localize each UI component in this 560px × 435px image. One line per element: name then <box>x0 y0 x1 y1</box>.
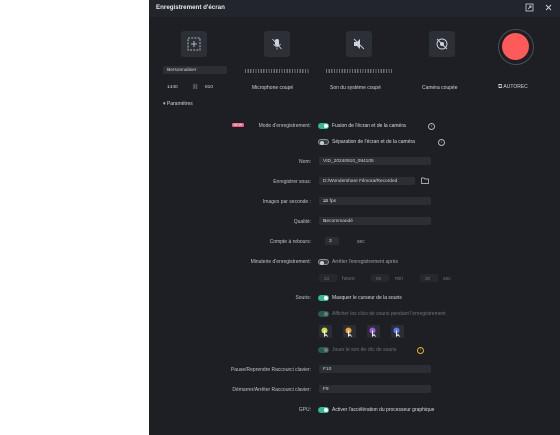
click-sound-toggle[interactable] <box>318 347 329 353</box>
microphone-level-meter <box>245 69 309 73</box>
speaker-muted-icon <box>353 38 365 50</box>
startstop-hotkey-input[interactable]: F9 <box>319 385 431 393</box>
record-button[interactable] <box>498 29 534 65</box>
name-value: VID_20240910_084105 <box>323 158 374 164</box>
pause-hotkey-label: Pause/Reprendre Raccourci clavier: <box>230 367 311 373</box>
screen-recorder-window: Enregistrement d'écran Personnaliser ⌄ 1… <box>149 0 560 435</box>
click-sound-label: Jouer le son de clic de souris <box>332 347 397 353</box>
fps-select[interactable]: 25 fps ⌄ <box>319 197 431 205</box>
cursor-style-yellow-green[interactable] <box>319 325 332 338</box>
countdown-input[interactable]: 3 <box>325 237 339 245</box>
chevron-down-icon: ⌄ <box>323 218 328 224</box>
name-label: Nom: <box>299 159 311 165</box>
info-icon[interactable]: i <box>428 123 435 130</box>
quality-label: Qualité: <box>293 219 311 225</box>
startstop-hotkey-value: F9 <box>323 386 329 392</box>
info-icon[interactable]: i <box>438 139 445 146</box>
cursor-style-blue[interactable] <box>391 325 404 338</box>
mouse-label: Souris: <box>295 295 311 301</box>
timer-label: Minuterie d'enregistrement: <box>250 259 311 265</box>
camera-button[interactable] <box>429 31 455 57</box>
camera-off-icon <box>436 38 448 50</box>
height-value: 810 <box>205 84 214 90</box>
cursor-style-purple[interactable] <box>367 325 380 338</box>
hide-cursor-toggle[interactable] <box>318 295 329 301</box>
cursor-icon <box>345 327 352 338</box>
show-clicks-label: Afficher les clics de souris pendant l'e… <box>332 311 446 317</box>
chevron-down-icon: ▾ <box>163 101 166 107</box>
mode-separate-radio[interactable] <box>318 139 329 145</box>
pause-hotkey-input[interactable]: F10 <box>319 365 431 373</box>
timer-seconds-input[interactable]: 30 <box>420 274 438 282</box>
cursor-icon <box>369 327 376 338</box>
startstop-hotkey-label: Démarrer/Arrêter Raccourci clavier: <box>232 387 311 393</box>
title-bar: Enregistrement d'écran <box>149 0 560 17</box>
camera-label: Caméra coupée <box>422 85 458 91</box>
timer-seconds-value: 30 <box>425 275 431 281</box>
name-input[interactable]: VID_20240910_084105 <box>319 157 431 165</box>
close-icon[interactable] <box>544 3 553 12</box>
hide-cursor-label: Masquer le curseur de la souris <box>332 295 402 301</box>
mode-separate-label: Séparation de l'écran et de la caméra <box>332 139 415 145</box>
fps-label: Images par seconde : <box>262 199 311 205</box>
cursor-style-orange[interactable] <box>343 325 356 338</box>
timer-minutes-input[interactable]: 59 <box>371 274 389 282</box>
cursor-icon <box>393 327 400 338</box>
timer-hours-value: 23 <box>324 275 330 281</box>
gpu-toggle[interactable] <box>318 407 329 413</box>
show-clicks-toggle[interactable] <box>318 311 329 317</box>
expand-icon[interactable] <box>525 3 534 12</box>
timer-option-label: Arrêter l'enregistrement après <box>332 259 398 265</box>
warning-icon[interactable]: ! <box>417 347 424 354</box>
timer-hours-unit: heure <box>342 276 355 282</box>
settings-toggle[interactable]: ▾ Paramètres <box>163 101 193 107</box>
timer-hours-input[interactable]: 23 <box>319 274 337 282</box>
timer-minutes-unit: min <box>395 276 404 282</box>
countdown-unit: sec <box>357 239 365 245</box>
gpu-option-label: Activer l'accélération du processeur gra… <box>332 407 435 413</box>
autorec-label: AUTOREC <box>503 84 528 90</box>
width-value: 1440 <box>167 84 178 90</box>
autorec-icon: ⧉ <box>498 84 503 90</box>
pause-hotkey-value: F10 <box>323 366 332 372</box>
cursor-icon <box>321 327 328 338</box>
timer-seconds-unit: sec <box>443 276 451 282</box>
countdown-label: Compte à rebours: <box>269 239 311 245</box>
new-badge: NEW <box>232 123 244 127</box>
timer-checkbox[interactable] <box>318 259 329 265</box>
save-location-value: D:/Wondershare Filmora/Recorded <box>323 178 398 184</box>
system-sound-button[interactable] <box>346 31 372 57</box>
quality-select[interactable]: Recommandé ⌄ <box>319 217 431 225</box>
autorec-button[interactable]: ⧉ AUTOREC <box>498 84 528 91</box>
window-title: Enregistrement d'écran <box>156 4 225 11</box>
system-sound-level-meter <box>326 69 392 73</box>
width-input[interactable]: 1440 <box>163 83 189 91</box>
microphone-button[interactable] <box>264 31 290 57</box>
countdown-value: 3 <box>329 238 332 244</box>
crop-region-icon <box>187 37 201 51</box>
height-input[interactable]: 810 <box>201 83 227 91</box>
capture-mode-select[interactable]: Personnaliser ⌄ <box>163 66 227 74</box>
settings-header: Paramètres <box>166 101 193 107</box>
mode-merge-label: Fusion de l'écran et de la caméra <box>332 123 406 129</box>
gpu-label: GPU: <box>298 407 311 413</box>
microphone-label: Microphone coupé <box>252 85 294 91</box>
region-select-button[interactable] <box>181 31 207 57</box>
folder-icon[interactable] <box>421 177 431 185</box>
microphone-muted-icon <box>272 38 282 50</box>
save-location-input[interactable]: D:/Wondershare Filmora/Recorded <box>319 177 415 185</box>
timer-minutes-value: 59 <box>376 275 382 281</box>
chevron-down-icon: ⌄ <box>167 67 172 73</box>
save-location-label: Enregistrer sous: <box>273 179 311 185</box>
link-ratio-icon[interactable]: ⛓ <box>192 84 198 90</box>
chevron-down-icon: ⌄ <box>323 198 328 204</box>
mode-merge-radio[interactable] <box>318 123 329 129</box>
mode-label: Mode d'enregistrement: <box>258 123 311 129</box>
system-sound-label: Son du système coupé <box>330 85 381 91</box>
record-dot <box>502 33 529 60</box>
